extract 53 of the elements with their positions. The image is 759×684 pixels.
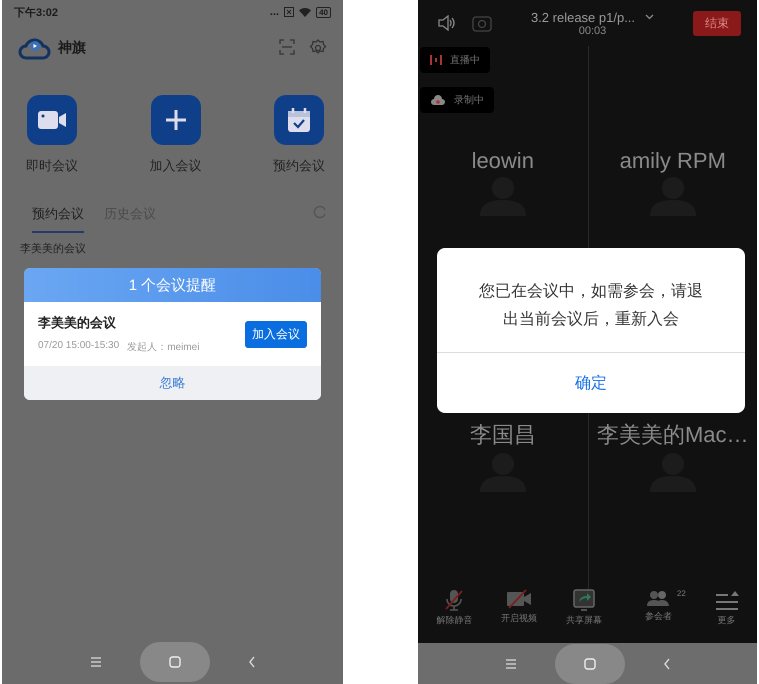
live-bars-icon [430, 54, 442, 66]
dialog-message: 您已在会议中，如需参会，请退出当前会议后，重新入会 [437, 248, 745, 353]
participant-count: 22 [676, 589, 686, 598]
switch-camera-icon[interactable] [472, 14, 492, 32]
cloud-record-icon [430, 94, 446, 106]
app-title: 神旗 [58, 39, 86, 57]
camera-off-icon [506, 589, 532, 609]
toolbar-button[interactable]: 更多 [714, 589, 739, 627]
tab[interactable]: 预约会议 [32, 205, 84, 233]
square-icon [584, 658, 596, 670]
menu-icon[interactable] [90, 657, 102, 667]
more-menu-icon [714, 589, 739, 611]
badge-label: 直播中 [450, 54, 480, 67]
square-icon [168, 656, 180, 668]
calendar-check-icon [287, 107, 311, 133]
meeting-organizer: 发起人：meimei [127, 340, 200, 354]
participant-name: leowin [472, 148, 534, 174]
chevron-down-icon[interactable] [645, 14, 654, 20]
cloud-logo-icon [18, 36, 52, 60]
participant-name: 李美美的Mac… [596, 420, 749, 448]
battery-level: 40 [316, 6, 331, 18]
back-icon[interactable] [248, 656, 256, 668]
muted-microphone-icon [444, 589, 464, 611]
meeting-time: 07/20 15:00-15:30 [38, 340, 120, 353]
menu-icon[interactable] [504, 658, 516, 668]
join-button[interactable]: 加入会议 [245, 320, 307, 348]
home-button[interactable] [554, 644, 624, 684]
meeting-timer: 00:03 [578, 24, 606, 36]
meeting-title[interactable]: 3.2 release p1/p... [530, 10, 636, 24]
home-button[interactable] [140, 642, 210, 682]
sim-icon [284, 7, 294, 17]
toolbar-button[interactable]: 参会者 22 [630, 589, 686, 623]
scan-icon[interactable] [279, 39, 295, 55]
participant-name: amily RPM [620, 148, 726, 174]
participants-icon [647, 589, 670, 607]
back-icon[interactable] [662, 658, 670, 670]
confirm-button[interactable]: 确定 [437, 353, 745, 413]
toolbar-button[interactable]: 解除静音 [436, 589, 472, 627]
video-camera-icon [37, 110, 67, 130]
plus-icon [164, 109, 186, 131]
end-button[interactable]: 结束 [693, 10, 741, 36]
badge-label: 录制中 [454, 94, 484, 107]
status-dots: ... [270, 6, 280, 18]
toolbar-button[interactable]: 共享屏幕 [566, 589, 602, 627]
meeting-list-item[interactable]: 李美美的会议 [2, 233, 343, 264]
ignore-button[interactable]: 忽略 [24, 366, 321, 400]
dialog-title: 1 个会议提醒 [24, 268, 321, 302]
status-time: 下午3:02 [14, 6, 58, 20]
meeting-name: 李美美的会议 [38, 314, 117, 332]
participant-name: 李国昌 [470, 420, 536, 448]
speaker-icon[interactable] [438, 15, 456, 31]
wifi-icon [299, 7, 312, 17]
toolbar-button[interactable]: 开启视频 [501, 589, 538, 625]
